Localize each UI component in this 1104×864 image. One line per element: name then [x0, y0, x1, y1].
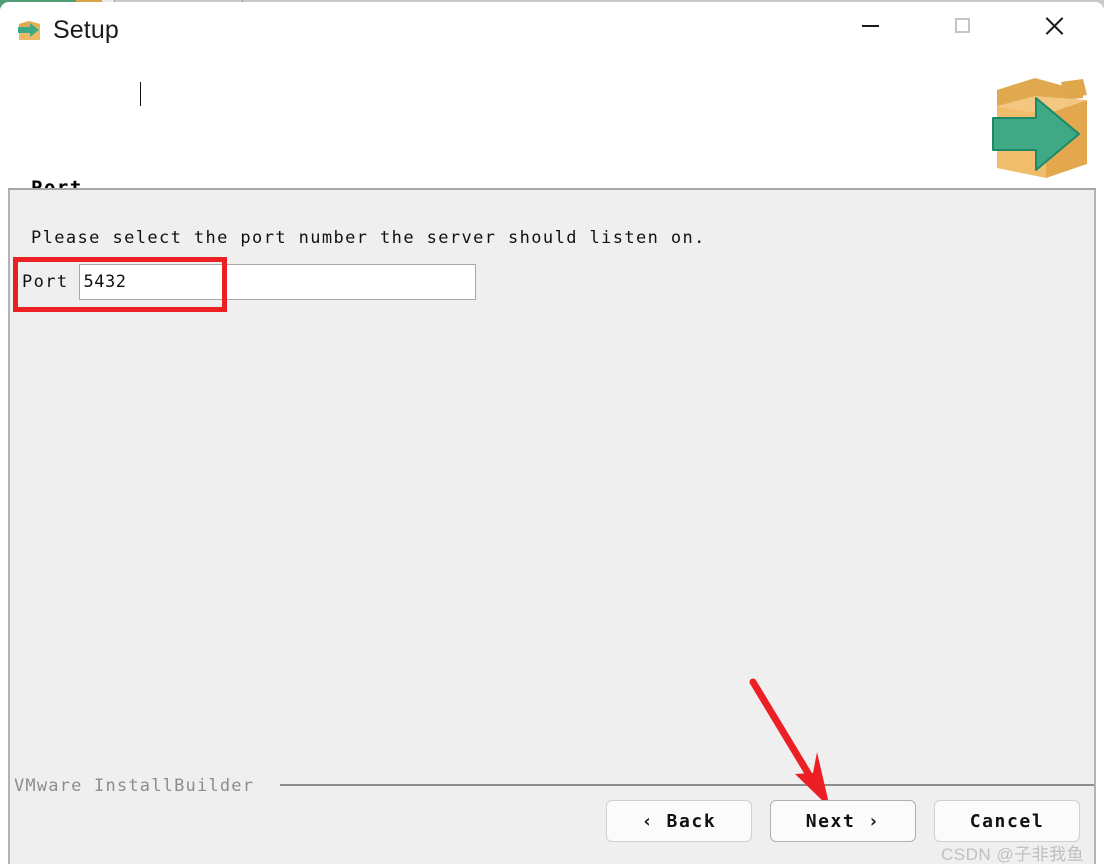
title-bar: Setup [0, 2, 1104, 64]
body-right-border [1094, 190, 1096, 864]
main-content-panel: Please select the port number the server… [10, 190, 1094, 864]
installer-box-arrow-icon [15, 16, 43, 44]
back-button[interactable]: ‹ Back [606, 800, 752, 842]
next-button[interactable]: Next › [770, 800, 916, 842]
port-input[interactable] [78, 264, 476, 300]
minimize-icon [861, 24, 879, 27]
instruction-text: Please select the port number the server… [31, 228, 706, 248]
page-header: Port [0, 64, 1104, 199]
port-label: Port [22, 272, 69, 292]
footer-divider [280, 784, 1094, 786]
installbuilder-brand-label: VMware InstallBuilder [14, 776, 255, 796]
window-title: Setup [53, 16, 119, 44]
minimize-button[interactable] [839, 2, 901, 49]
text-cursor [140, 82, 141, 106]
setup-window: Setup Port [0, 2, 1104, 864]
title-bar-identity: Setup [15, 16, 119, 44]
close-button[interactable] [1023, 2, 1085, 49]
cancel-button[interactable]: Cancel [934, 800, 1080, 842]
maximize-button[interactable] [931, 2, 993, 49]
maximize-icon [954, 18, 970, 33]
csdn-watermark: CSDN @子非我鱼 [941, 845, 1085, 864]
close-icon [1044, 16, 1064, 36]
dialog-button-bar: ‹ Back Next › Cancel [0, 800, 1104, 846]
port-field-row: Port [22, 264, 476, 300]
open-box-with-green-arrow-graphic [983, 68, 1098, 186]
